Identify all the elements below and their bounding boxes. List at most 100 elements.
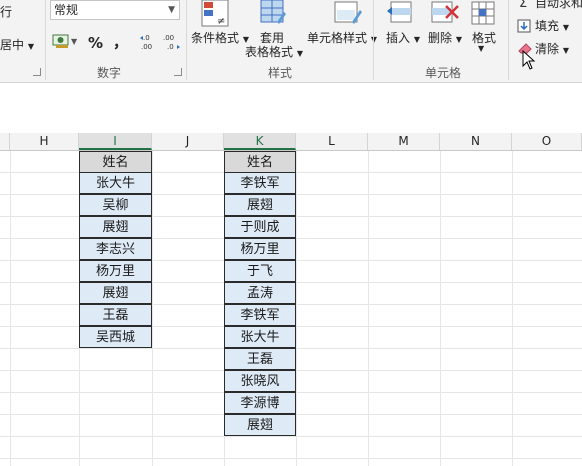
conditional-format-label: 条件格式: [191, 31, 240, 45]
chevron-down-icon: ▼: [27, 42, 34, 51]
merge-center-button[interactable]: 居中 ▼: [0, 36, 34, 53]
group-label-number: 数字: [97, 66, 122, 80]
svg-text:▼: ▼: [71, 37, 78, 46]
column-header-m[interactable]: M: [368, 133, 440, 150]
cell-styles-label: 单元格样式: [307, 31, 368, 45]
cell-styles-icon: [333, 0, 363, 32]
chevron-down-icon: ▼: [413, 35, 420, 44]
svg-text:.0: .0: [167, 43, 174, 51]
format-cells-icon: [470, 0, 498, 30]
ribbon: 行 居中 ▼ 常规 ▼ ▼ % ， .0 .00 .00 .0 数字 ≠ 条件格…: [0, 0, 582, 83]
format-as-table-label-2: 表格格式: [245, 45, 294, 59]
autosum-icon: Σ: [518, 0, 532, 13]
list-item[interactable]: 李铁军: [224, 304, 296, 326]
divider: [186, 0, 187, 80]
gridline: [0, 458, 582, 459]
percent-style-button[interactable]: %: [88, 34, 103, 52]
conditional-format-button[interactable]: 条件格式 ▼: [191, 29, 249, 46]
format-label: 格式: [472, 31, 497, 45]
list-item[interactable]: 于则成: [224, 216, 296, 238]
list-item[interactable]: 王磊: [224, 348, 296, 370]
list-item[interactable]: 吴柳: [79, 194, 152, 216]
delete-button[interactable]: 删除 ▼: [428, 29, 462, 46]
accounting-icon: ▼: [52, 34, 78, 48]
list-item[interactable]: 展翅: [79, 282, 152, 304]
group-label-styles: 样式: [268, 66, 293, 80]
list-item[interactable]: 李源博: [224, 392, 296, 414]
chevron-down-icon: ▼: [455, 35, 462, 44]
delete-label: 删除: [428, 31, 453, 45]
table-header-name-k[interactable]: 姓名: [224, 151, 296, 173]
align-top-button[interactable]: 行: [0, 3, 12, 20]
gridline: [152, 151, 153, 466]
merge-label: 居中: [0, 38, 25, 52]
list-item[interactable]: 孟涛: [224, 282, 296, 304]
column-header-j[interactable]: J: [152, 133, 224, 150]
svg-text:.00: .00: [141, 43, 152, 51]
decrease-decimal-icon: .00 .0: [163, 34, 180, 51]
autosum-button[interactable]: 自动求和: [535, 0, 582, 11]
divider: [508, 0, 509, 80]
list-item[interactable]: 李铁军: [224, 172, 296, 194]
list-item[interactable]: 王磊: [79, 304, 152, 326]
gridline: [296, 151, 297, 466]
gridline: [10, 151, 11, 466]
chevron-down-icon: ▼: [168, 5, 175, 15]
list-item[interactable]: 杨万里: [79, 260, 152, 282]
gridline: [0, 436, 582, 437]
list-item[interactable]: 李志兴: [79, 238, 152, 260]
list-item[interactable]: 于飞: [224, 260, 296, 282]
cell-styles-button[interactable]: 单元格样式 ▼: [307, 29, 377, 46]
accounting-format-button[interactable]: ▼: [52, 32, 78, 54]
increase-decimal-button[interactable]: .0 .00: [138, 32, 158, 56]
insert-label: 插入: [386, 31, 411, 45]
divider: [45, 0, 46, 80]
list-item[interactable]: 展翅: [79, 216, 152, 238]
column-headers: H I J K L M N O: [0, 133, 582, 151]
worksheet-grid[interactable]: 姓名 张大牛 吴柳 展翅 李志兴 杨万里 展翅 王磊 吴西城 姓名 李铁军 展翅…: [0, 151, 582, 466]
insert-button[interactable]: 插入 ▼: [386, 29, 420, 46]
number-format-value: 常规: [54, 3, 79, 17]
conditional-format-icon: ≠: [200, 0, 230, 32]
list-item[interactable]: 吴西城: [79, 326, 152, 348]
column-header-g-partial[interactable]: [0, 133, 10, 150]
list-item[interactable]: 张大牛: [79, 172, 152, 194]
gridline: [440, 151, 441, 466]
list-item[interactable]: 张晓风: [224, 370, 296, 392]
list-item[interactable]: 展翅: [224, 194, 296, 216]
gridline: [368, 151, 369, 466]
clear-button[interactable]: 清除 ▼: [535, 40, 569, 57]
fill-button[interactable]: 填充 ▼: [535, 17, 569, 34]
column-header-l[interactable]: L: [296, 133, 368, 150]
number-format-select[interactable]: 常规 ▼: [50, 0, 180, 20]
svg-text:Σ: Σ: [519, 0, 527, 9]
chevron-down-icon: ▼: [562, 23, 569, 32]
comma-style-button[interactable]: ，: [113, 31, 128, 52]
table-header-name-i[interactable]: 姓名: [79, 151, 152, 173]
decrease-decimal-button[interactable]: .00 .0: [162, 32, 182, 56]
list-item[interactable]: 张大牛: [224, 326, 296, 348]
column-header-h[interactable]: H: [10, 133, 79, 150]
svg-text:.00: .00: [163, 34, 174, 42]
list-item[interactable]: 展翅: [224, 414, 296, 436]
clear-label: 清除: [535, 42, 560, 56]
alignment-launcher-icon[interactable]: [33, 68, 41, 76]
gridline: [512, 151, 513, 466]
fill-down-icon: [517, 18, 531, 37]
svg-text:.0: .0: [143, 34, 150, 42]
formula-bar-area[interactable]: [0, 83, 582, 134]
mouse-pointer-icon: [522, 49, 536, 74]
increase-decimal-icon: .0 .00: [140, 34, 152, 51]
chevron-down-icon: ▼: [478, 44, 485, 53]
delete-cells-icon: [430, 0, 460, 30]
format-as-table-button[interactable]: 表格格式 ▼: [245, 43, 303, 60]
number-launcher-icon[interactable]: [174, 68, 182, 76]
fill-label: 填充: [535, 19, 560, 33]
column-header-i[interactable]: I: [79, 133, 152, 150]
column-header-o[interactable]: O: [512, 133, 582, 150]
column-header-n[interactable]: N: [440, 133, 512, 150]
chevron-down-icon: ▼: [296, 49, 303, 58]
list-item[interactable]: 杨万里: [224, 238, 296, 260]
column-header-k[interactable]: K: [224, 133, 296, 150]
group-label-cells: 单元格: [425, 66, 462, 80]
